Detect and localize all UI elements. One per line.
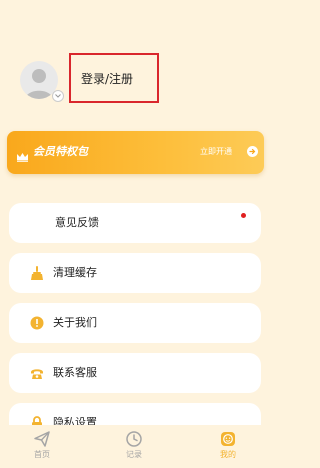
menu-item-label: 关于我们 [53, 316, 97, 329]
chevron-down-icon[interactable] [52, 90, 64, 102]
info-icon [29, 315, 45, 331]
tab-label: 记录 [126, 450, 142, 459]
arrow-right-icon[interactable] [247, 146, 258, 157]
tab-mine[interactable]: 我的 [198, 430, 258, 460]
login-register-link[interactable]: 登录/注册 [81, 71, 133, 87]
bottom-tab-bar: 首页 记录 我的 [0, 425, 270, 468]
smile-icon [198, 430, 258, 450]
clock-icon [104, 430, 164, 450]
menu-item-feedback[interactable]: 意见反馈 [9, 203, 261, 243]
menu-item-clear-cache[interactable]: 清理缓存 [9, 253, 261, 293]
menu-item-contact[interactable]: 联系客服 [9, 353, 261, 393]
menu-item-about[interactable]: 关于我们 [9, 303, 261, 343]
menu-item-label: 清理缓存 [53, 266, 97, 279]
crown-icon [16, 147, 29, 166]
tab-home[interactable]: 首页 [12, 430, 72, 460]
vip-banner[interactable]: 会员特权包 立即开通 [7, 131, 264, 174]
menu-item-label: 联系客服 [53, 366, 97, 379]
notification-dot [241, 213, 246, 218]
vip-title: 会员特权包 [33, 145, 88, 158]
tab-label: 我的 [220, 450, 236, 459]
menu-item-label: 意见反馈 [55, 216, 99, 229]
tab-label: 首页 [34, 450, 50, 459]
vip-activate-link[interactable]: 立即开通 [200, 146, 232, 158]
broom-icon [29, 265, 45, 281]
paper-plane-icon [12, 430, 72, 450]
tab-records[interactable]: 记录 [104, 430, 164, 460]
phone-icon [29, 365, 45, 381]
